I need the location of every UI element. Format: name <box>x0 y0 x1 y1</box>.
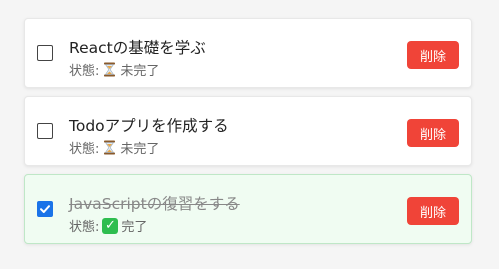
hourglass-icon <box>102 140 117 155</box>
status-text: 未完了 <box>120 64 160 79</box>
todo-item: Todoアプリを作成する 状態: 未完了 削除 <box>24 96 472 166</box>
todo-checkbox[interactable] <box>37 45 53 61</box>
checkmark-icon <box>40 205 50 213</box>
todo-checkbox[interactable] <box>37 123 53 139</box>
delete-button[interactable]: 削除 <box>407 197 459 225</box>
todo-title: Todoアプリを作成する <box>69 117 229 135</box>
todo-title: Reactの基礎を学ぶ <box>69 39 206 57</box>
todo-status: 状態: ✓ 完了 <box>69 216 147 235</box>
delete-button[interactable]: 削除 <box>407 119 459 147</box>
todo-item: Reactの基礎を学ぶ 状態: 未完了 削除 <box>24 18 472 88</box>
todo-status: 状態: 未完了 <box>69 60 159 79</box>
delete-button[interactable]: 削除 <box>407 41 459 69</box>
todo-title: JavaScriptの復習をする <box>69 195 240 213</box>
todo-checkbox[interactable] <box>37 201 53 217</box>
status-text: 未完了 <box>120 142 160 157</box>
hourglass-icon <box>102 62 117 77</box>
status-text: 完了 <box>121 220 148 235</box>
status-label: 状態: <box>69 142 100 157</box>
todo-status: 状態: 未完了 <box>69 138 159 157</box>
todo-list: Reactの基礎を学ぶ 状態: 未完了 削除 Todoアプリを作成する 状態: <box>24 18 472 252</box>
status-label: 状態: <box>69 64 100 79</box>
todo-item: JavaScriptの復習をする 状態: ✓ 完了 削除 <box>24 174 472 244</box>
check-mark-icon: ✓ <box>102 217 119 234</box>
status-label: 状態: <box>69 220 100 235</box>
